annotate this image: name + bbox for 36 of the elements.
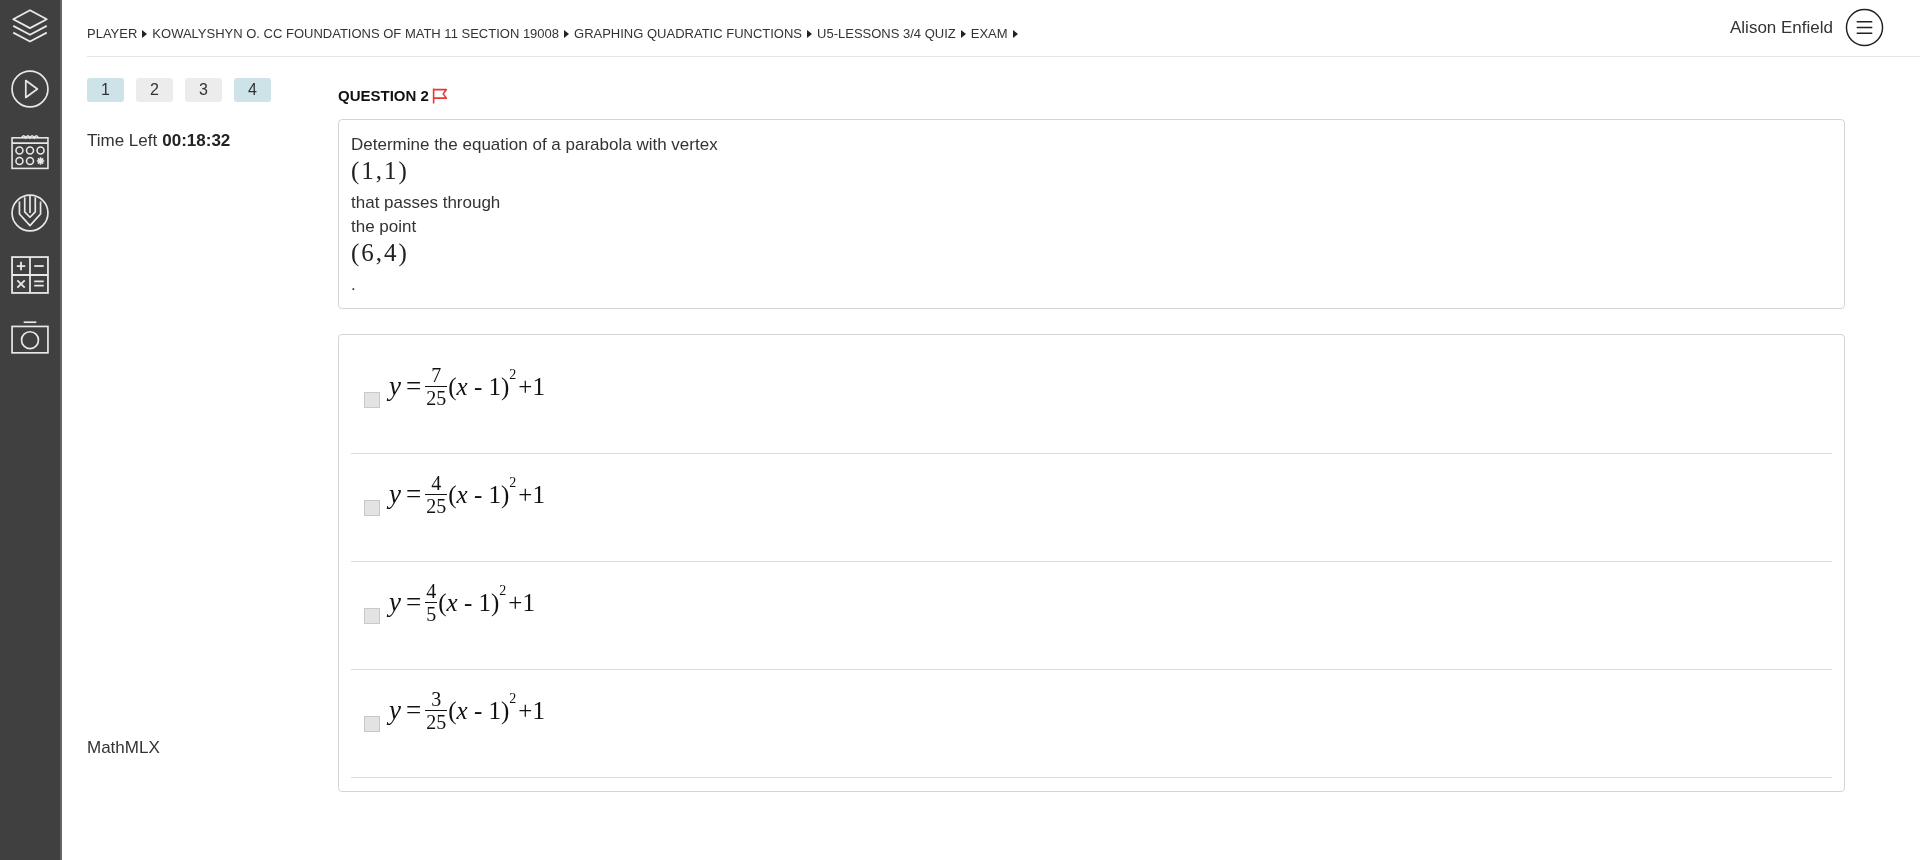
play-icon[interactable] — [11, 70, 49, 108]
user-name: Alison Enfield — [1730, 16, 1833, 39]
calculator-icon[interactable] — [11, 256, 49, 294]
caret-icon — [142, 30, 148, 38]
breadcrumb-link[interactable]: EXAM — [970, 25, 1008, 43]
answer-checkbox[interactable] — [364, 608, 380, 624]
answer-checkbox[interactable] — [364, 500, 380, 516]
pen-nib-icon[interactable] — [11, 194, 49, 232]
question-nav-button[interactable]: 1 — [87, 78, 124, 102]
footer-label: MathMLX — [87, 737, 160, 759]
question-nav-button[interactable]: 3 — [185, 78, 222, 102]
time-left-label: Time Left — [87, 130, 158, 152]
question-text: Determine the equation of a parabola with vertex — [351, 134, 718, 156]
breadcrumb-link[interactable]: KOWALYSHYN O. CC FOUNDATIONS OF MATH 11 SECTION 19008 — [152, 25, 560, 43]
question-text: the point — [351, 216, 417, 238]
breadcrumb-link[interactable]: PLAYER — [87, 25, 138, 43]
breadcrumb-link[interactable]: U5-LESSONS 3/4 QUIZ — [817, 25, 956, 43]
math-expression: (1,1) — [351, 157, 409, 185]
question-text: . — [351, 274, 356, 296]
question-title: QUESTION 2 — [338, 85, 429, 106]
math-expression: (6,4) — [351, 239, 409, 267]
menu-icon[interactable] — [1845, 8, 1884, 47]
answer-checkbox[interactable] — [364, 716, 380, 732]
question-nav-button[interactable]: 4 — [234, 78, 271, 102]
question-text: that passes through — [351, 192, 501, 214]
camera-icon[interactable] — [11, 318, 49, 356]
flag-icon[interactable] — [431, 88, 448, 104]
caret-icon — [1012, 30, 1018, 38]
question-nav-button[interactable]: 2 — [136, 78, 173, 102]
breadcrumb-link[interactable]: GRAPHING QUADRATIC FUNCTIONS — [574, 25, 803, 43]
caret-icon — [564, 30, 570, 38]
time-left-value: 00:18:32 — [162, 130, 231, 152]
caret-icon — [960, 30, 966, 38]
answer-checkbox[interactable] — [364, 392, 380, 408]
calendar-icon[interactable] — [11, 132, 49, 170]
caret-icon — [807, 30, 813, 38]
